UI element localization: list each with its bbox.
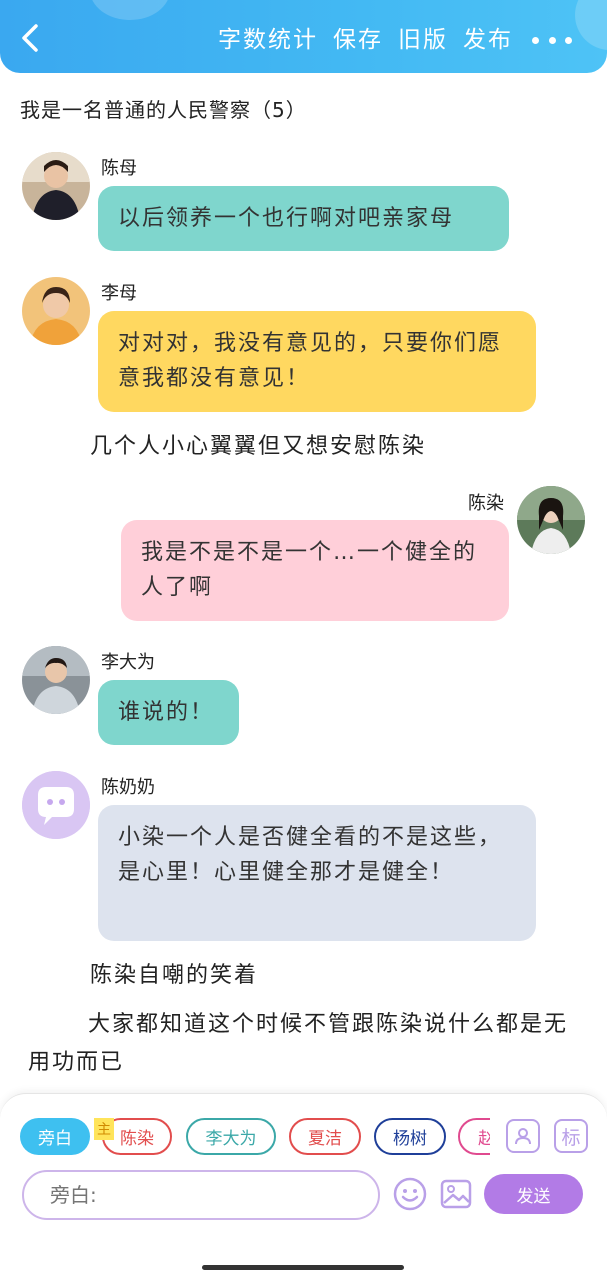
speaker-name: 陈奶奶: [101, 777, 155, 798]
send-button[interactable]: 发送: [484, 1174, 583, 1214]
message-bubble[interactable]: 谁说的！: [98, 680, 239, 745]
avatar[interactable]: [22, 771, 90, 839]
role-chip-aside[interactable]: 旁白: [20, 1118, 90, 1155]
image-icon[interactable]: [438, 1176, 474, 1212]
speaker-name: 李大为: [101, 652, 155, 673]
message-bubble[interactable]: 以后领养一个也行啊对吧亲家母: [98, 186, 509, 251]
back-icon[interactable]: [16, 22, 46, 54]
save-button[interactable]: 保存: [333, 24, 383, 56]
top-bar: 字数统计 保存 旧版 发布: [0, 0, 607, 73]
speaker-name: 陈染: [468, 493, 504, 514]
narration-text[interactable]: 陈染自嘲的笑着: [90, 957, 258, 995]
avatar[interactable]: [22, 152, 90, 220]
speaker-name: 李母: [101, 283, 137, 304]
more-icon[interactable]: [532, 24, 572, 56]
emoji-icon[interactable]: [392, 1176, 428, 1212]
narration-text[interactable]: 大家都知道这个时候不管跟陈染说什么都是无用功而已: [28, 1006, 588, 1082]
role-chip-lidawei[interactable]: 李大为: [186, 1118, 276, 1155]
avatar[interactable]: [22, 646, 90, 714]
label-icon[interactable]: 标: [554, 1119, 588, 1153]
role-chip-list[interactable]: 旁白 陈染 李大为 夏洁 杨树 赵: [20, 1117, 490, 1157]
dialogue-input[interactable]: [22, 1170, 380, 1220]
character-icon[interactable]: [506, 1119, 540, 1153]
role-chip-zhao[interactable]: 赵: [458, 1118, 490, 1155]
word-count-button[interactable]: 字数统计: [218, 24, 318, 56]
publish-button[interactable]: 发布: [463, 24, 513, 56]
avatar[interactable]: [22, 277, 90, 345]
message-bubble[interactable]: 小染一个人是否健全看的不是这些，是心里！心里健全那才是健全！: [98, 805, 536, 941]
speaker-name: 陈母: [101, 158, 137, 179]
narration-text[interactable]: 几个人小心翼翼但又想安慰陈染: [90, 428, 426, 466]
home-indicator[interactable]: [202, 1265, 404, 1270]
message-bubble[interactable]: 我是不是不是一个…一个健全的人了啊: [121, 520, 509, 621]
message-bubble[interactable]: 对对对，我没有意见的，只要你们愿意我都没有意见！: [98, 311, 536, 412]
role-chip-xiajie[interactable]: 夏洁: [289, 1118, 361, 1155]
old-version-button[interactable]: 旧版: [398, 24, 448, 56]
header-decoration: [575, 0, 607, 50]
avatar[interactable]: [517, 486, 585, 554]
role-chip-yangshu[interactable]: 杨树: [374, 1118, 446, 1155]
main-role-badge: 主: [94, 1118, 114, 1140]
header-decoration: [90, 0, 170, 20]
page-title: 我是一名普通的人民警察（5）: [20, 98, 307, 122]
